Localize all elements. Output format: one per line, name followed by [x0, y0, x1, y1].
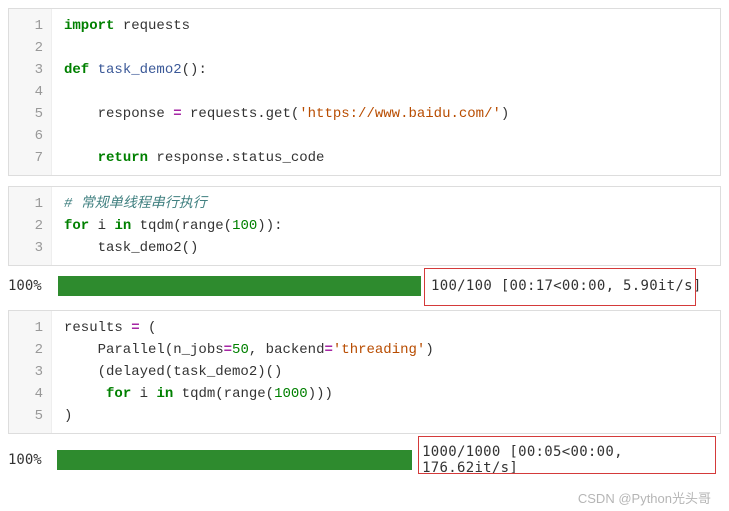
- keyword-def: def: [64, 62, 89, 78]
- lineno: 2: [15, 215, 43, 237]
- progress-bar: [58, 276, 421, 296]
- lineno: 3: [15, 59, 43, 81]
- lineno: 4: [15, 383, 43, 405]
- token: i: [89, 218, 114, 234]
- indent: [64, 150, 98, 166]
- operator: =: [324, 342, 332, 358]
- progress-label: 1000/1000 [00:05<00:00, 176.62it/s]: [418, 444, 721, 476]
- gutter: 1 2 3: [9, 187, 52, 265]
- lineno: 6: [15, 125, 43, 147]
- lineno: 2: [15, 339, 43, 361]
- token: ): [64, 408, 72, 424]
- progress-bar: [57, 450, 412, 470]
- keyword-in: in: [156, 386, 173, 402]
- code-content: # 常规单线程串行执行 for i in tqdm(range(100)): ta…: [52, 187, 720, 265]
- gutter: 1 2 3 4 5: [9, 311, 52, 433]
- lineno: 3: [15, 361, 43, 383]
- token: task_demo2(): [64, 240, 198, 256]
- token: Parallel(n_jobs: [64, 342, 224, 358]
- operator: =: [131, 320, 139, 336]
- code-block-1: 1 2 3 4 5 6 7 import requests def task_d…: [8, 8, 721, 176]
- token: response.status_code: [148, 150, 324, 166]
- number: 1000: [274, 386, 308, 402]
- progress-row-2: 100% 1000/1000 [00:05<00:00, 176.62it/s]: [8, 444, 721, 476]
- string: 'threading': [333, 342, 425, 358]
- keyword-return: return: [98, 150, 148, 166]
- token: ():: [182, 62, 207, 78]
- lineno: 2: [15, 37, 43, 59]
- token: ): [425, 342, 433, 358]
- lineno: 4: [15, 81, 43, 103]
- token: response: [64, 106, 173, 122]
- func-name: task_demo2: [89, 62, 181, 78]
- token: ): [501, 106, 509, 122]
- lineno: 1: [15, 15, 43, 37]
- number: 100: [232, 218, 257, 234]
- progress-percent: 100%: [8, 452, 57, 468]
- keyword-import: import: [64, 18, 114, 34]
- token: )):: [257, 218, 282, 234]
- token: tqdm(range(: [173, 386, 274, 402]
- lineno: 1: [15, 317, 43, 339]
- code-block-3: 1 2 3 4 5 results = ( Parallel(n_jobs=50…: [8, 310, 721, 434]
- progress-row-1: 100% 100/100 [00:17<00:00, 5.90it/s]: [8, 276, 721, 296]
- token: i: [131, 386, 156, 402]
- progress-percent: 100%: [8, 278, 58, 294]
- string: 'https://www.baidu.com/': [299, 106, 501, 122]
- keyword-for: for: [64, 218, 89, 234]
- token: tqdm(range(: [131, 218, 232, 234]
- code-block-2: 1 2 3 # 常规单线程串行执行 for i in tqdm(range(100…: [8, 186, 721, 266]
- number: 50: [232, 342, 249, 358]
- token: requests.get(: [182, 106, 300, 122]
- keyword-in: in: [114, 218, 131, 234]
- token: (: [140, 320, 157, 336]
- watermark: CSDN @Python光头哥: [578, 488, 711, 507]
- lineno: 3: [15, 237, 43, 259]
- code-content: results = ( Parallel(n_jobs=50, backend=…: [52, 311, 720, 433]
- token: ))): [308, 386, 333, 402]
- token: , backend: [249, 342, 325, 358]
- gutter: 1 2 3 4 5 6 7: [9, 9, 52, 175]
- lineno: 7: [15, 147, 43, 169]
- lineno: 1: [15, 193, 43, 215]
- operator: =: [173, 106, 181, 122]
- indent: [64, 386, 106, 402]
- progress-label: 100/100 [00:17<00:00, 5.90it/s]: [427, 278, 702, 294]
- keyword-for: for: [106, 386, 131, 402]
- lineno: 5: [15, 103, 43, 125]
- lineno: 5: [15, 405, 43, 427]
- operator: =: [224, 342, 232, 358]
- comment: # 常规单线程串行执行: [64, 196, 207, 212]
- token: requests: [114, 18, 190, 34]
- token: results: [64, 320, 131, 336]
- token: (delayed(task_demo2)(): [64, 364, 282, 380]
- code-content: import requests def task_demo2(): respon…: [52, 9, 720, 175]
